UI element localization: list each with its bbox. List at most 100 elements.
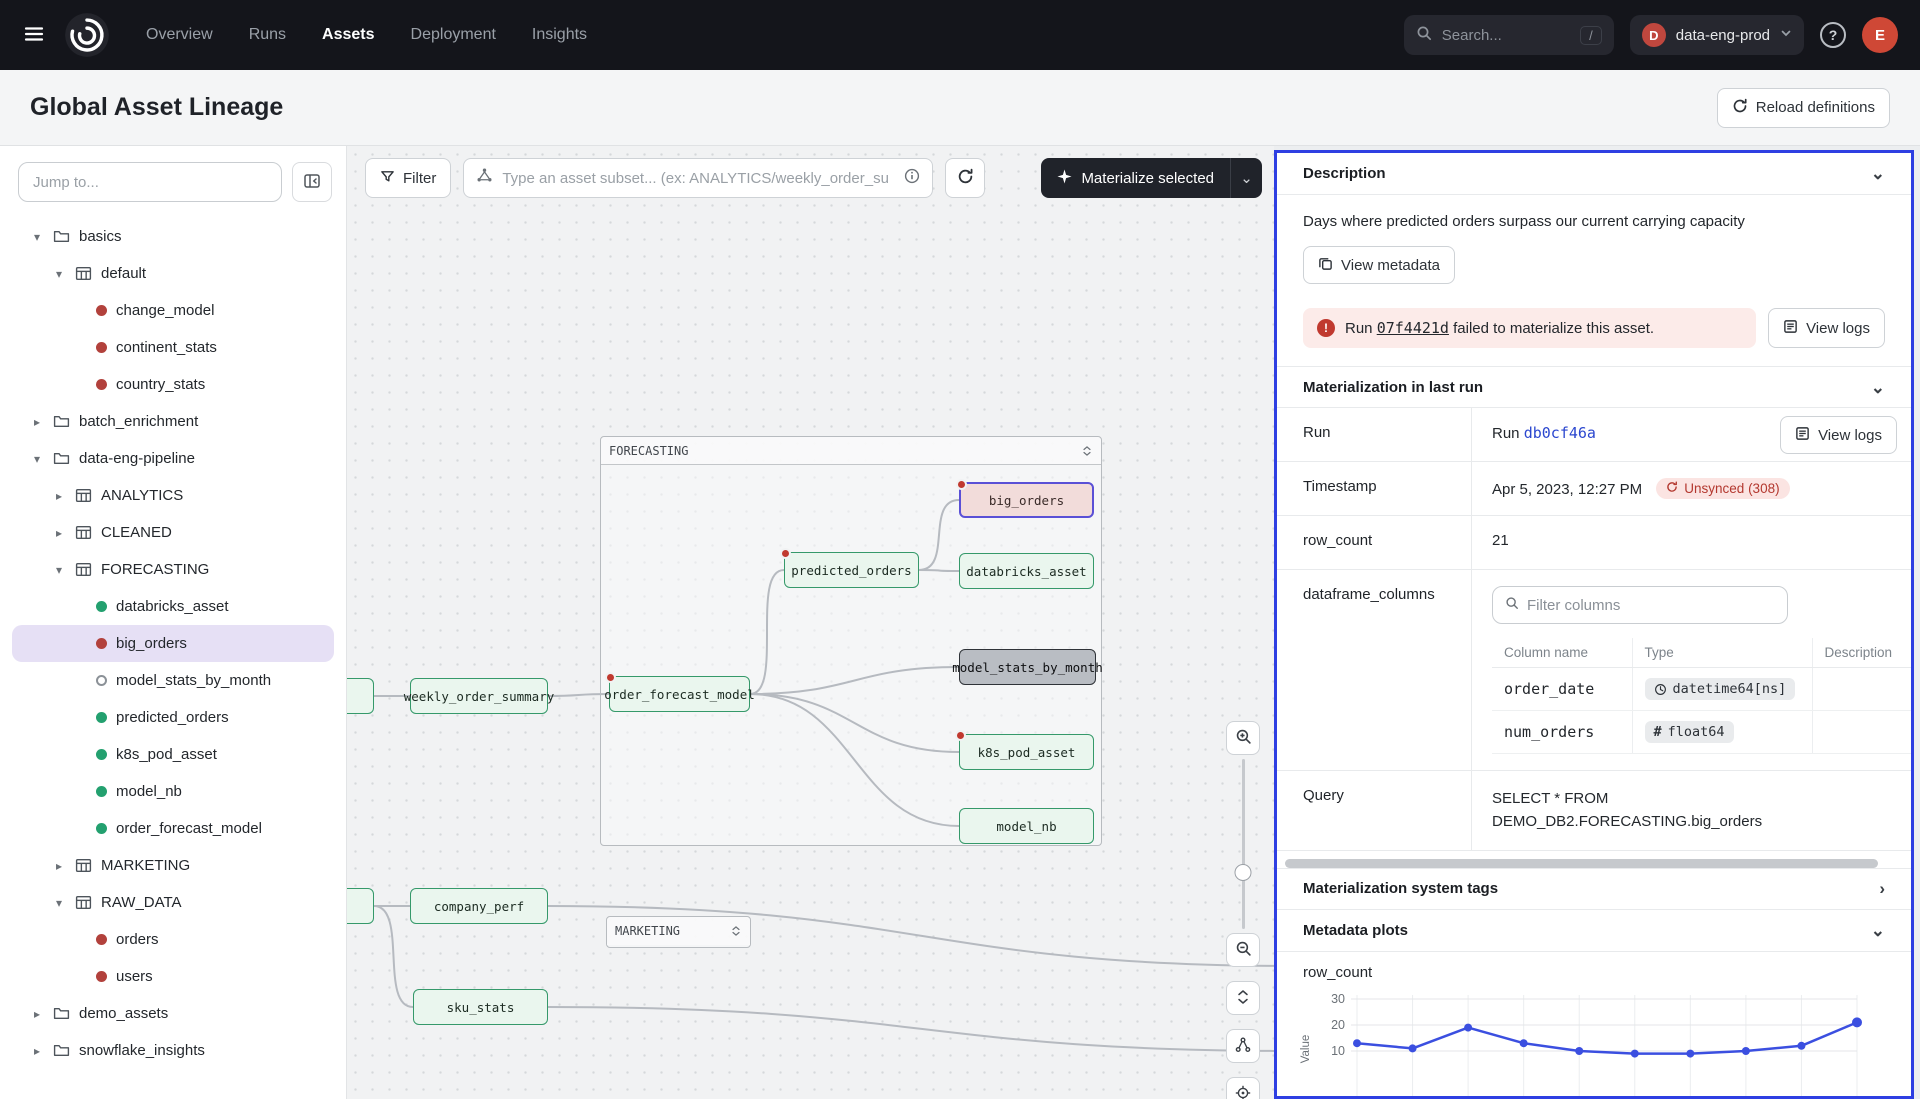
tree-item-default[interactable]: ▾default [12,255,334,292]
tree-item-databricks_asset[interactable]: databricks_asset [12,588,334,625]
panel-horizontal-scrollbar[interactable] [1285,859,1903,868]
tree-item-snowflake_insights[interactable]: ▸snowflake_insights [12,1032,334,1069]
hamburger-menu-button[interactable] [22,22,46,49]
tree-item-MARKETING[interactable]: ▸MARKETING [12,847,334,884]
materialize-selected-button[interactable]: Materialize selected [1041,158,1230,198]
tree-item-RAW_DATA[interactable]: ▾RAW_DATA [12,884,334,921]
tree-item-big_orders[interactable]: big_orders [12,625,334,662]
tree-item-data-eng-pipeline[interactable]: ▾data-eng-pipeline [12,440,334,477]
tree-item-CLEANED[interactable]: ▸CLEANED [12,514,334,551]
tree-item-predicted_orders[interactable]: predicted_orders [12,699,334,736]
nav-item-assets[interactable]: Assets [322,26,374,44]
nav-item-overview[interactable]: Overview [146,26,213,44]
info-icon[interactable] [904,168,920,189]
global-search-input[interactable]: Search... / [1404,15,1614,55]
caret-collapsed-icon[interactable]: ▸ [30,415,44,429]
asset-node-weekly_order_summary[interactable]: weekly_order_summary [410,678,548,714]
run-id-link[interactable]: db0cf46a [1524,424,1596,442]
asset-subset-input[interactable] [463,158,933,198]
user-avatar[interactable]: E [1862,17,1898,53]
asset-node-model_nb[interactable]: model_nb [959,808,1094,844]
caret-expanded-icon[interactable]: ▾ [52,896,66,910]
nav-item-insights[interactable]: Insights [532,26,587,44]
tree-item-users[interactable]: users [12,958,334,995]
deployment-switcher[interactable]: D data-eng-prod [1630,15,1804,55]
asset-node-company_perf[interactable]: company_perf [410,888,548,924]
caret-collapsed-icon[interactable]: ▸ [30,1044,44,1058]
dagster-logo-icon[interactable] [64,12,110,58]
chevron-down-icon: ⌄ [1871,379,1885,396]
tree-item-demo_assets[interactable]: ▸demo_assets [12,995,334,1032]
caret-expanded-icon[interactable]: ▾ [52,267,66,281]
tree-item-model_stats_by_month[interactable]: model_stats_by_month [12,662,334,699]
metadata-plots-section-header[interactable]: Metadata plots ⌄ [1277,910,1911,952]
tree-item-k8s_pod_asset[interactable]: k8s_pod_asset [12,736,334,773]
zoom-controls [1224,721,1262,1099]
tree-item-FORECASTING[interactable]: ▾FORECASTING [12,551,334,588]
view-logs-button[interactable]: View logs [1768,308,1885,348]
zoom-out-button[interactable] [1226,933,1260,967]
tree-item-basics[interactable]: ▾basics [12,218,334,255]
column-description [1812,711,1912,754]
caret-expanded-icon[interactable]: ▾ [52,563,66,577]
scrollbar-thumb[interactable] [1285,859,1878,868]
caret-collapsed-icon[interactable]: ▸ [30,1007,44,1021]
collapse-groups-button[interactable] [1226,981,1260,1015]
tree-item-continent_stats[interactable]: continent_stats [12,329,334,366]
caret-collapsed-icon[interactable]: ▸ [52,489,66,503]
status-dot-red [96,305,107,316]
system-tags-section-header[interactable]: Materialization system tags › [1277,868,1911,910]
asset-node-label: model_stats_by_month [952,660,1103,675]
caret-expanded-icon[interactable]: ▾ [30,452,44,466]
asset-subset-text-input[interactable] [502,170,895,187]
status-dot-red [96,379,107,390]
unsynced-badge[interactable]: Unsynced (308) [1656,478,1789,499]
asset-node-order_forecast_model[interactable]: order_forecast_model [609,676,750,712]
tree-item-order_forecast_model[interactable]: order_forecast_model [12,810,334,847]
graph-layout-button[interactable] [1226,1029,1260,1063]
tree-item-model_nb[interactable]: model_nb [12,773,334,810]
zoom-slider[interactable] [1226,759,1260,929]
filter-columns-input[interactable] [1492,586,1788,624]
asset-node-databricks_asset[interactable]: databricks_asset [959,553,1094,589]
jump-to-input[interactable] [18,162,282,202]
lineage-edges [347,146,1274,1099]
materialize-dropdown-button[interactable]: ⌄ [1230,158,1262,198]
tree-item-country_stats[interactable]: country_stats [12,366,334,403]
lineage-canvas[interactable]: FORECASTINGMARKETINGweekly_order_summary… [347,146,1274,1099]
asset-node-partial[interactable] [347,888,374,924]
help-button[interactable]: ? [1820,22,1846,48]
view-metadata-button[interactable]: View metadata [1303,246,1455,284]
asset-node-model_stats_by_month[interactable]: model_stats_by_month [959,649,1096,685]
tree-item-batch_enrichment[interactable]: ▸batch_enrichment [12,403,334,440]
tree-item-change_model[interactable]: change_model [12,292,334,329]
caret-collapsed-icon[interactable]: ▸ [52,859,66,873]
zoom-in-button[interactable] [1226,721,1260,755]
collapse-sidebar-button[interactable] [292,162,332,202]
refresh-graph-button[interactable] [945,158,985,198]
nav-item-deployment[interactable]: Deployment [411,26,496,44]
caret-collapsed-icon[interactable]: ▸ [52,526,66,540]
description-section-header[interactable]: Description ⌄ [1277,153,1911,195]
filter-columns-text-input[interactable] [1527,597,1775,614]
tree-item-orders[interactable]: orders [12,921,334,958]
reload-definitions-button[interactable]: Reload definitions [1717,88,1890,128]
hamburger-icon [22,22,46,49]
asset-node-k8s_pod_asset[interactable]: k8s_pod_asset [959,734,1094,770]
recenter-button[interactable] [1226,1077,1260,1099]
asset-node-label: big_orders [989,493,1064,508]
filter-button[interactable]: Filter [365,158,451,198]
asset-node-big_orders[interactable]: big_orders [959,482,1094,518]
tree-item-ANALYTICS[interactable]: ▸ANALYTICS [12,477,334,514]
failed-run-link[interactable]: 07f4421d [1377,319,1449,337]
asset-node-sku_stats[interactable]: sku_stats [413,989,548,1025]
materialization-section-header[interactable]: Materialization in last run ⌄ [1277,366,1911,408]
asset-node-predicted_orders[interactable]: predicted_orders [784,552,919,588]
caret-expanded-icon[interactable]: ▾ [30,230,44,244]
run-view-logs-button[interactable]: View logs [1780,416,1897,454]
asset-node-partial[interactable] [347,678,374,714]
materialize-split-button: Materialize selected ⌄ [1041,158,1262,198]
dataframe-columns-table: Column nameTypeDescription order_datedat… [1492,638,1912,754]
zoom-slider-handle[interactable] [1235,864,1252,881]
nav-item-runs[interactable]: Runs [249,26,286,44]
